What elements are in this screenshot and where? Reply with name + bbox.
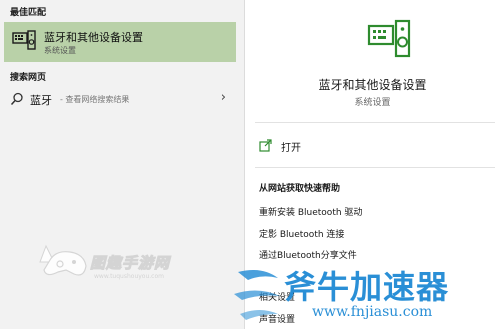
link-share-files[interactable]: 通过Bluetooth分享文件 xyxy=(259,248,357,261)
help-heading: 从网站获取快速帮助 xyxy=(259,184,341,194)
watermark-tuqu: 图趣手游网 www.tuqushouyou.com xyxy=(36,242,196,286)
web-search-item[interactable]: 蓝牙 - 查看网络搜索结果 › xyxy=(4,88,236,110)
watermark-tuqu-text: 图趣手游网 xyxy=(89,254,171,273)
keyboard-speaker-icon xyxy=(367,19,411,58)
best-match-heading: 最佳匹配 xyxy=(10,8,47,18)
search-icon xyxy=(10,92,23,106)
best-match-subtitle: 系统设置 xyxy=(44,46,76,55)
web-search-query: 蓝牙 xyxy=(30,94,52,107)
watermark-fnjiasu: 斧牛加速器 www.fnjiasu.com xyxy=(232,262,500,329)
link-fix-connection[interactable]: 定影 Bluetooth 连接 xyxy=(259,227,344,240)
swoosh-logo-icon xyxy=(234,270,280,320)
watermark-fnjiasu-brand: 斧牛加速器 xyxy=(284,268,450,306)
open-label: 打开 xyxy=(281,143,301,154)
detail-title: 蓝牙和其他设备设置 xyxy=(318,78,427,92)
best-match-item[interactable]: 蓝牙和其他设备设置 系统设置 xyxy=(4,22,236,62)
link-reinstall-driver[interactable]: 重新安装 Bluetooth 驱动 xyxy=(259,205,362,218)
detail-subtitle: 系统设置 xyxy=(354,98,391,108)
gamepad-logo-icon xyxy=(39,244,87,276)
best-match-title: 蓝牙和其他设备设置 xyxy=(44,31,143,44)
watermark-tuqu-url: www.tuqushouyou.com xyxy=(94,273,164,280)
web-search-heading: 搜索网页 xyxy=(10,73,47,83)
keyboard-speaker-icon xyxy=(12,30,36,50)
watermark-fnjiasu-url: www.fnjiasu.com xyxy=(312,304,433,320)
divider xyxy=(255,167,495,168)
chevron-right-icon[interactable]: › xyxy=(221,90,226,105)
divider xyxy=(255,122,495,123)
web-search-hint: - 查看网络搜索结果 xyxy=(60,95,130,104)
search-results-pane: 最佳匹配 蓝牙和其他设备设置 系统设置 搜索网页 蓝牙 - 查看网络搜索结果 › xyxy=(0,0,245,329)
open-icon xyxy=(259,139,272,152)
